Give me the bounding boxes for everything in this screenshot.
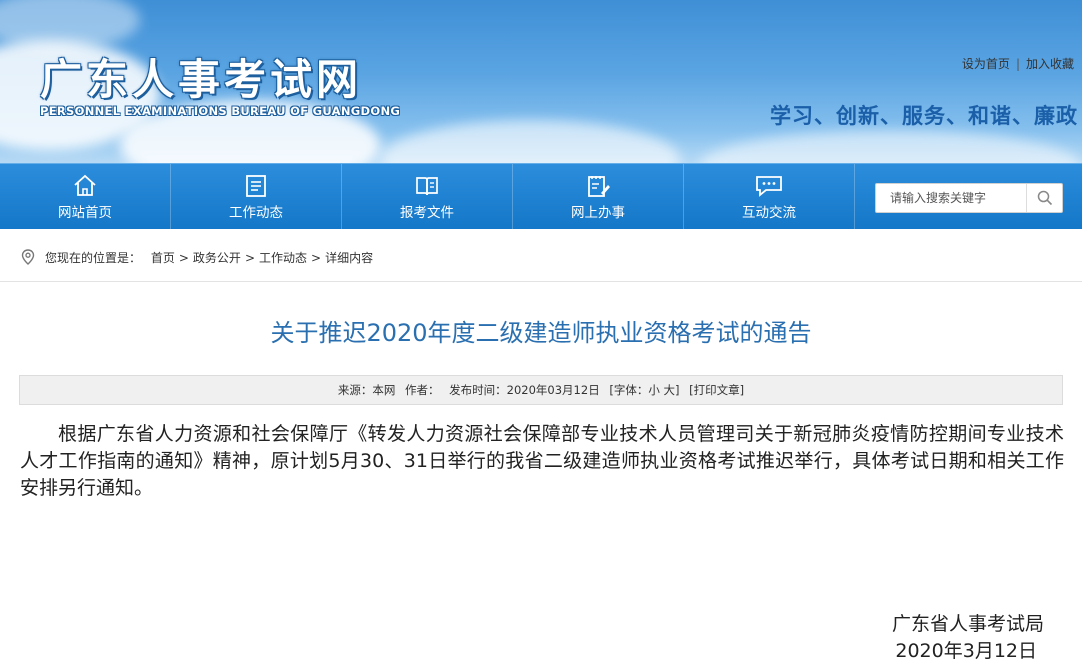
set-homepage-link[interactable]: 设为首页 — [962, 57, 1010, 71]
nav-item-home[interactable]: 网站首页 — [0, 164, 171, 230]
breadcrumb-work-news[interactable]: 工作动态 — [259, 251, 307, 265]
nav-item-label: 报考文件 — [400, 205, 454, 221]
search-button[interactable] — [1026, 184, 1062, 212]
location-pin-icon — [21, 249, 35, 265]
meta-source: 来源：本网 — [337, 383, 396, 397]
signature-date: 2020年3月12日 — [895, 640, 1037, 662]
add-favorite-link[interactable]: 加入收藏 — [1026, 57, 1074, 71]
font-size-toggle[interactable]: [字体：小 大] — [609, 383, 679, 397]
news-icon — [246, 175, 266, 197]
nav-item-interaction[interactable]: 互动交流 — [684, 164, 855, 230]
nav-item-label: 工作动态 — [229, 205, 283, 221]
breadcrumb-sep: > — [178, 251, 189, 265]
nav-item-label: 网上办事 — [571, 205, 625, 221]
site-logo[interactable]: 广东人事考试网 — [40, 46, 362, 107]
cloud-decoration — [380, 120, 680, 163]
home-icon — [74, 174, 96, 196]
nav-item-exam-files[interactable]: 报考文件 — [342, 164, 513, 230]
chat-icon — [756, 176, 782, 197]
breadcrumb-sep: > — [244, 251, 255, 265]
article-title: 关于推迟2020年度二级建造师执业资格考试的通告 — [270, 319, 812, 347]
cloud-decoration — [0, 0, 140, 50]
search-input[interactable] — [876, 184, 1028, 212]
search-box — [875, 183, 1063, 213]
nav-item-work-news[interactable]: 工作动态 — [171, 164, 342, 230]
nav-item-label: 网站首页 — [58, 205, 112, 221]
article-meta: 来源：本网 作者： 发布时间：2020年03月12日 [字体：小 大] [打印文… — [19, 375, 1063, 405]
meta-published: 发布时间：2020年03月12日 — [449, 383, 600, 397]
meta-author: 作者： — [405, 383, 440, 397]
nav-item-label: 互动交流 — [742, 205, 796, 221]
cloud-decoration — [700, 130, 1080, 163]
book-icon — [416, 177, 438, 196]
article-body: 根据广东省人力资源和社会保障厅《转发人力资源社会保障部专业技术人员管理司关于新冠… — [20, 423, 1064, 499]
breadcrumb: 您现在的位置是： 首页 > 政务公开 > 工作动态 > 详细内容 — [0, 229, 1082, 282]
top-links: 设为首页 | 加入收藏 — [962, 55, 1074, 72]
link-separator: | — [1015, 57, 1020, 71]
print-article-link[interactable]: [打印文章] — [689, 383, 744, 397]
breadcrumb-prefix: 您现在的位置是： — [45, 251, 142, 265]
nav-item-online-service[interactable]: 网上办事 — [513, 164, 684, 230]
site-logo-english: PERSONNEL EXAMINATIONS BUREAU OF GUANGDO… — [40, 104, 401, 118]
signature-organization: 广东省人事考试局 — [891, 613, 1044, 635]
site-slogan: 学习、创新、服务、和谐、廉政 — [770, 104, 1078, 128]
search-icon — [1037, 190, 1052, 206]
edit-doc-icon — [588, 176, 610, 197]
breadcrumb-trail: 您现在的位置是： 首页 > 政务公开 > 工作动态 > 详细内容 — [45, 249, 373, 266]
breadcrumb-sep: > — [311, 251, 322, 265]
main-nav: 网站首页 工作动态 报考文件 网上办事 互动交流 请输入搜索关键字 — [0, 163, 1082, 230]
site-header: 广东人事考试网 PERSONNEL EXAMINATIONS BUREAU OF… — [0, 0, 1082, 163]
breadcrumb-current: 详细内容 — [325, 251, 374, 265]
breadcrumb-home[interactable]: 首页 — [151, 251, 175, 265]
breadcrumb-gov-affairs[interactable]: 政务公开 — [193, 251, 241, 265]
